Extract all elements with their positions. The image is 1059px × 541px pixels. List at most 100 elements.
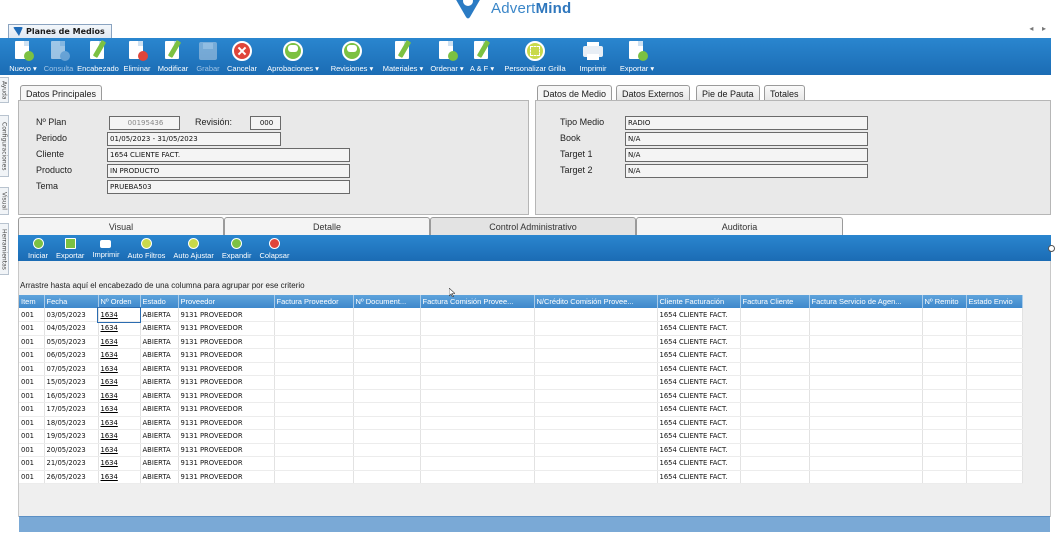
grid-toolbar-start-button[interactable]: Iniciar <box>24 235 52 261</box>
book-field[interactable]: N/A <box>625 132 868 146</box>
column-header[interactable]: Cliente Facturación <box>657 295 741 308</box>
order-number-link[interactable]: 1634 <box>98 335 141 349</box>
tipo-medio-field[interactable]: RADIO <box>625 116 868 130</box>
toolbar-button-revision-check[interactable]: Revisiones ▾ <box>325 38 379 75</box>
tab-datos-externos[interactable]: Datos Externos <box>616 85 690 101</box>
table-cell <box>740 308 810 322</box>
column-header[interactable]: Factura Servicio de Agen... <box>809 295 923 308</box>
grid-toolbar-autofit-button[interactable]: Auto Ajustar <box>169 235 217 261</box>
periodo-label: Periodo <box>36 133 68 143</box>
column-header[interactable]: Estado Envio <box>966 295 1023 308</box>
toolbar-button-export[interactable]: Exportar ▾ <box>613 38 661 75</box>
table-row[interactable]: 001 06/05/2023 1634 ABIERTA 9131 PROVEEDOR 16… <box>19 348 1023 363</box>
tab-control-administrativo[interactable]: Control Administrativo <box>430 217 636 235</box>
order-number-link[interactable]: 1634 <box>98 321 141 336</box>
order-number-link[interactable]: 1634 <box>98 389 141 403</box>
tab-totales[interactable]: Totales <box>764 85 805 101</box>
table-row[interactable]: 001 04/05/2023 1634 ABIERTA 9131 PROVEEDOR 16… <box>19 321 1023 336</box>
table-row[interactable]: 001 18/05/2023 1634 ABIERTA 9131 PROVEEDOR 16… <box>19 416 1023 430</box>
toolbar-button-edit-header[interactable]: Encabezado <box>75 38 121 75</box>
plan-number-field[interactable]: 00195436 <box>109 116 180 130</box>
tab-datos-principales[interactable]: Datos Principales <box>20 85 103 101</box>
column-header[interactable]: Nº Orden <box>98 295 141 308</box>
splitter-handle[interactable] <box>1048 245 1055 252</box>
producto-field[interactable]: IN PRODUCTO <box>107 164 350 178</box>
column-header[interactable]: Factura Proveedor <box>274 295 354 308</box>
toolbar-button-label: Eliminar <box>123 64 151 73</box>
table-row[interactable]: 001 16/05/2023 1634 ABIERTA 9131 PROVEEDOR 16… <box>19 389 1023 403</box>
table-row[interactable]: 001 26/05/2023 1634 ABIERTA 9131 PROVEEDOR 16… <box>19 470 1023 484</box>
toolbar-button-approve-check[interactable]: Aprobaciones ▾ <box>261 38 325 75</box>
side-tab-configuraciones[interactable]: Configuraciones <box>0 115 9 177</box>
tab-datos-de-medio[interactable]: Datos de Medio <box>537 85 613 101</box>
table-row[interactable]: 001 17/05/2023 1634 ABIERTA 9131 PROVEEDOR 16… <box>19 402 1023 417</box>
column-header[interactable]: Item <box>19 295 45 308</box>
grid-toolbar-filter-button[interactable]: Auto Filtros <box>123 235 169 261</box>
tema-label: Tema <box>36 181 59 191</box>
toolbar-button-order-document[interactable]: Ordenar ▾ <box>427 38 467 75</box>
table-row[interactable]: 001 05/05/2023 1634 ABIERTA 9131 PROVEEDOR 16… <box>19 335 1023 349</box>
tab-scroll-arrows[interactable]: ◂ ▸ <box>1029 24 1049 33</box>
approve-check-icon <box>282 40 304 62</box>
column-header[interactable]: Estado <box>140 295 179 308</box>
table-row[interactable]: 001 03/05/2023 1634 ABIERTA 9131 PROVEEDOR 16… <box>19 307 1023 323</box>
table-row[interactable]: 001 19/05/2023 1634 ABIERTA 9131 PROVEEDOR 16… <box>19 429 1023 444</box>
side-tab-herramientas[interactable]: Herramientas <box>0 223 9 275</box>
toolbar-button-materials[interactable]: Materiales ▾ <box>379 38 427 75</box>
table-row[interactable]: 001 15/05/2023 1634 ABIERTA 9131 PROVEEDOR 16… <box>19 375 1023 390</box>
tema-field[interactable]: PRUEBA503 <box>107 180 350 194</box>
cliente-field[interactable]: 1654 CLIENTE FACT. <box>107 148 350 162</box>
order-number-link[interactable]: 1634 <box>98 456 141 471</box>
side-tab-ayuda[interactable]: Ayuda <box>0 77 9 103</box>
order-number-link[interactable]: 1634 <box>98 470 141 484</box>
toolbar-button-grid-customize[interactable]: Personalizar Grilla <box>497 38 573 75</box>
toolbar-button-new-document[interactable]: Nuevo ▾ <box>4 38 42 75</box>
target1-field[interactable]: N/A <box>625 148 868 162</box>
table-row[interactable]: 001 07/05/2023 1634 ABIERTA 9131 PROVEEDOR 16… <box>19 362 1023 376</box>
table-row[interactable]: 001 21/05/2023 1634 ABIERTA 9131 PROVEEDOR 16… <box>19 456 1023 471</box>
tab-auditoria[interactable]: Auditoria <box>636 217 843 235</box>
order-number-link[interactable]: 1634 <box>98 416 141 430</box>
periodo-field[interactable]: 01/05/2023 - 31/05/2023 <box>107 132 281 146</box>
tab-detalle[interactable]: Detalle <box>224 217 430 235</box>
column-header[interactable]: Nº Remito <box>922 295 967 308</box>
table-cell: 001 <box>19 321 45 336</box>
order-number-link[interactable]: 1634 <box>98 429 141 444</box>
tab-planes-de-medios[interactable]: Planes de Medios <box>8 24 112 38</box>
table-cell <box>420 375 535 390</box>
order-number-link[interactable]: 1634 <box>98 375 141 390</box>
toolbar-button-delete-document[interactable]: Eliminar <box>121 38 153 75</box>
column-header[interactable]: Proveedor <box>178 295 275 308</box>
table-row[interactable]: 001 20/05/2023 1634 ABIERTA 9131 PROVEEDOR 16… <box>19 443 1023 457</box>
toolbar-button-cancel[interactable]: Cancelar <box>223 38 261 75</box>
tab-visual[interactable]: Visual <box>18 217 224 235</box>
tab-pie-de-pauta[interactable]: Pie de Pauta <box>696 85 760 101</box>
column-header[interactable]: N/Crédito Comisión Provee... <box>534 295 658 308</box>
group-by-hint[interactable]: Arrastre hasta aquí el encabezado de una… <box>20 281 305 290</box>
toolbar-button-af-document[interactable]: A & F ▾ <box>467 38 497 75</box>
order-number-link[interactable]: 1634 <box>98 402 141 417</box>
target2-field[interactable]: N/A <box>625 164 868 178</box>
toolbar-button-printer[interactable]: Imprimir <box>573 38 613 75</box>
order-number-link[interactable]: 1634 <box>98 348 141 363</box>
column-header[interactable]: Factura Cliente <box>740 295 810 308</box>
grid-toolbar-export-button[interactable]: Exportar <box>52 235 88 261</box>
toolbar-button-search-document[interactable]: Consulta <box>42 38 75 75</box>
table-cell: 9131 PROVEEDOR <box>178 389 275 403</box>
column-header[interactable]: Nº Document... <box>353 295 421 308</box>
toolbar-button-edit-document[interactable]: Modificar <box>153 38 193 75</box>
order-number-link[interactable]: 1634 <box>98 443 141 457</box>
grid-toolbar-printer-button[interactable]: Imprimir <box>88 235 123 261</box>
grid-toolbar-collapse-button[interactable]: Colapsar <box>255 235 293 261</box>
table-cell <box>922 362 967 376</box>
column-header[interactable]: Factura Comisión Provee... <box>420 295 535 308</box>
side-tab-visual[interactable]: Visual <box>0 187 9 215</box>
order-number-link[interactable]: 1634 <box>97 307 141 323</box>
toolbar-button-save-disk[interactable]: Grabar <box>193 38 223 75</box>
order-number-link[interactable]: 1634 <box>98 362 141 376</box>
grid-toolbar-expand-button[interactable]: Expandir <box>218 235 256 261</box>
table-cell <box>420 362 535 376</box>
table-cell: 001 <box>19 402 45 417</box>
revision-field[interactable]: 000 <box>250 116 281 130</box>
column-header[interactable]: Fecha <box>44 295 99 308</box>
